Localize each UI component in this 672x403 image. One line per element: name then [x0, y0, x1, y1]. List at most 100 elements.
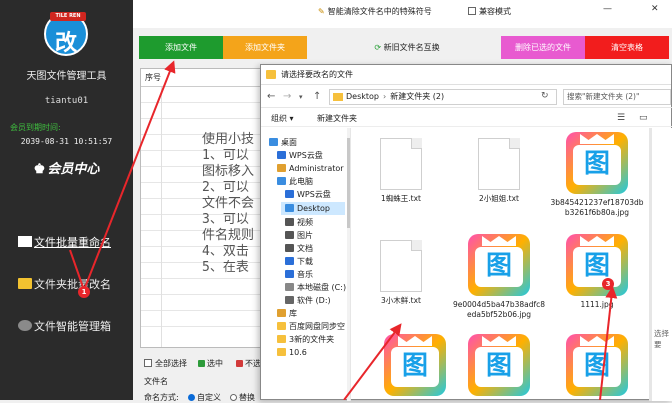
expiry-date: 2039-08-31 10:51:57: [20, 137, 113, 146]
tree-item-desktop-folder[interactable]: Desktop: [281, 202, 345, 215]
file-item[interactable]: 1蜘蛛王.txt: [353, 138, 449, 204]
tree-item-10-6[interactable]: 10.6: [277, 346, 307, 359]
breadcrumb-desktop[interactable]: Desktop: [346, 92, 379, 101]
replace-label: 替换: [239, 393, 255, 402]
tree-item-administrator[interactable]: Administrator: [277, 162, 344, 175]
tip-line: 1、可以: [202, 148, 249, 163]
crown-icon: [482, 236, 516, 246]
image-glyph: 图: [485, 351, 512, 381]
forward-icon[interactable]: →: [283, 91, 291, 102]
replace-radio[interactable]: 替换: [230, 392, 255, 403]
thumbnail-inner: 图: [391, 347, 439, 387]
file-name: 3小木鲜.txt: [381, 296, 421, 305]
file-item[interactable]: 2小姐姐.txt: [451, 138, 547, 204]
step-badge-1: 1: [78, 286, 90, 298]
folder-icon: [277, 322, 286, 330]
tree-label: 本地磁盘 (C:): [297, 283, 347, 292]
tree-item-new-folder-3[interactable]: 3新的文件夹: [277, 333, 334, 346]
file-item[interactable]: 图: [367, 334, 463, 400]
tree-item-baidu-sync[interactable]: 百度网盘同步空: [277, 320, 345, 333]
naming-mode-label: 命名方式:: [144, 393, 179, 402]
remove-selected-button[interactable]: 删除已选的文件: [501, 36, 585, 59]
scrollbar-thumb[interactable]: [347, 138, 350, 228]
vip-center-link[interactable]: ♚ 会员中心: [0, 158, 133, 177]
select-checked-option[interactable]: 选中: [198, 358, 223, 369]
clear-special-chars[interactable]: ✎ 智能清除文件名中的特殊符号: [318, 6, 432, 17]
preview-pane-icon[interactable]: ▭: [639, 113, 648, 123]
file-item[interactable]: 图: [451, 334, 547, 400]
tree-item-desktop[interactable]: 桌面: [269, 136, 297, 149]
thumbnail-inner: 图: [573, 145, 621, 185]
crown-icon: [482, 336, 516, 346]
tree-item-this-pc[interactable]: 此电脑: [277, 175, 313, 188]
tree-item-drive-c[interactable]: 本地磁盘 (C:): [285, 281, 346, 294]
image-thumbnail-icon: 图: [468, 334, 530, 396]
folder-icon: [277, 335, 286, 343]
tree-item-music[interactable]: 音乐: [285, 268, 313, 281]
swap-names-button[interactable]: ⟳ 新旧文件名互换: [357, 36, 457, 59]
tree-item-documents[interactable]: 文档: [285, 242, 313, 255]
tree-item-wps-cloud[interactable]: WPS云盘: [277, 149, 323, 162]
tree-item-pictures[interactable]: 图片: [285, 229, 313, 242]
file-item[interactable]: 图: [549, 334, 645, 400]
tree-label: 此电脑: [289, 177, 313, 186]
tree-label: Desktop: [297, 204, 330, 213]
add-file-button[interactable]: 添加文件: [139, 36, 223, 59]
nav-batch-rename-files[interactable]: 文件批量重命名: [18, 234, 111, 250]
search-input[interactable]: 搜索"新建文件夹 (2)": [563, 89, 671, 105]
clear-special-chars-label: 智能清除文件名中的特殊符号: [327, 7, 432, 16]
tree-scrollbar[interactable]: [347, 128, 350, 401]
breadcrumb-separator: ›: [383, 92, 387, 101]
command-bar: 组织 ▾ 新建文件夹 ☰ ▭: [261, 109, 672, 127]
column-divider: [161, 87, 162, 347]
custom-radio[interactable]: 自定义: [188, 392, 221, 403]
tree-item-downloads[interactable]: 下载: [285, 255, 313, 268]
compat-mode-checkbox[interactable]: 兼容模式: [468, 6, 511, 17]
sidebar: TILE REN 改 天图文件管理工具 tiantu01 会员到期时间: 203…: [0, 0, 133, 400]
file-item[interactable]: 图 3b845421237ef18703dbb3261f6b80a.jpg: [549, 132, 645, 218]
refresh-icon[interactable]: ↻: [541, 91, 549, 101]
tree-item-wps-cloud-pc[interactable]: WPS云盘: [285, 188, 331, 201]
tree-label: WPS云盘: [297, 190, 331, 199]
file-name: 2小姐姐.txt: [479, 194, 519, 203]
minimize-button[interactable]: —: [603, 4, 612, 14]
organize-label: 组织: [271, 114, 287, 123]
breadcrumb-folder[interactable]: 新建文件夹 (2): [390, 92, 444, 101]
folder-icon: [266, 70, 276, 79]
tree-item-drive-d[interactable]: 软件 (D:): [285, 294, 331, 307]
nav-batch-rename-folders[interactable]: 文件夹批量改名: [18, 276, 111, 292]
vip-center-label: 会员中心: [47, 162, 100, 177]
file-item[interactable]: 3小木鲜.txt: [353, 240, 449, 306]
music-icon: [285, 270, 294, 278]
checkbox-icon: [468, 7, 476, 15]
new-folder-button[interactable]: 新建文件夹: [317, 113, 357, 124]
organize-menu[interactable]: 组织 ▾: [271, 113, 294, 124]
close-button[interactable]: ✕: [651, 4, 659, 14]
clear-table-button[interactable]: 清空表格: [585, 36, 669, 59]
up-arrow-icon[interactable]: ↑: [313, 91, 321, 102]
file-item[interactable]: 图 1111.jpg: [549, 234, 645, 310]
file-item[interactable]: 图 9e0004d5ba47b38adfc8eda5bf52b06.jpg: [451, 234, 547, 320]
crown-icon: ♚: [33, 162, 46, 177]
tree-label: 文档: [297, 244, 313, 253]
file-open-dialog: 请选择要改名的文件 ← → ▾ ↑ Desktop › 新建文件夹 (2) ↻ 搜索…: [260, 64, 672, 401]
logo-char: 改: [54, 31, 77, 56]
address-input[interactable]: Desktop › 新建文件夹 (2): [329, 89, 557, 105]
tree-item-libraries[interactable]: 库: [277, 307, 297, 320]
add-folder-button[interactable]: 添加文件夹: [223, 36, 307, 59]
unselect-option[interactable]: 不选: [236, 358, 261, 369]
dialog-title-bar: 请选择要改名的文件: [261, 65, 671, 85]
thumbnail-inner: 图: [573, 347, 621, 387]
tree-label: 图片: [297, 231, 313, 240]
text-file-icon: [380, 138, 422, 190]
document-icon: [18, 236, 32, 247]
chevron-down-icon[interactable]: ▾: [299, 93, 303, 101]
table-row: [141, 103, 264, 119]
select-all-checkbox[interactable]: 全部选择: [144, 358, 187, 369]
tree-item-videos[interactable]: 视频: [285, 216, 313, 229]
image-glyph: 图: [583, 351, 610, 381]
view-options-icon[interactable]: ☰: [617, 113, 625, 123]
file-name: 1111.jpg: [580, 300, 614, 309]
back-icon[interactable]: ←: [267, 91, 275, 102]
nav-smart-manager[interactable]: 文件智能管理箱: [18, 318, 111, 334]
